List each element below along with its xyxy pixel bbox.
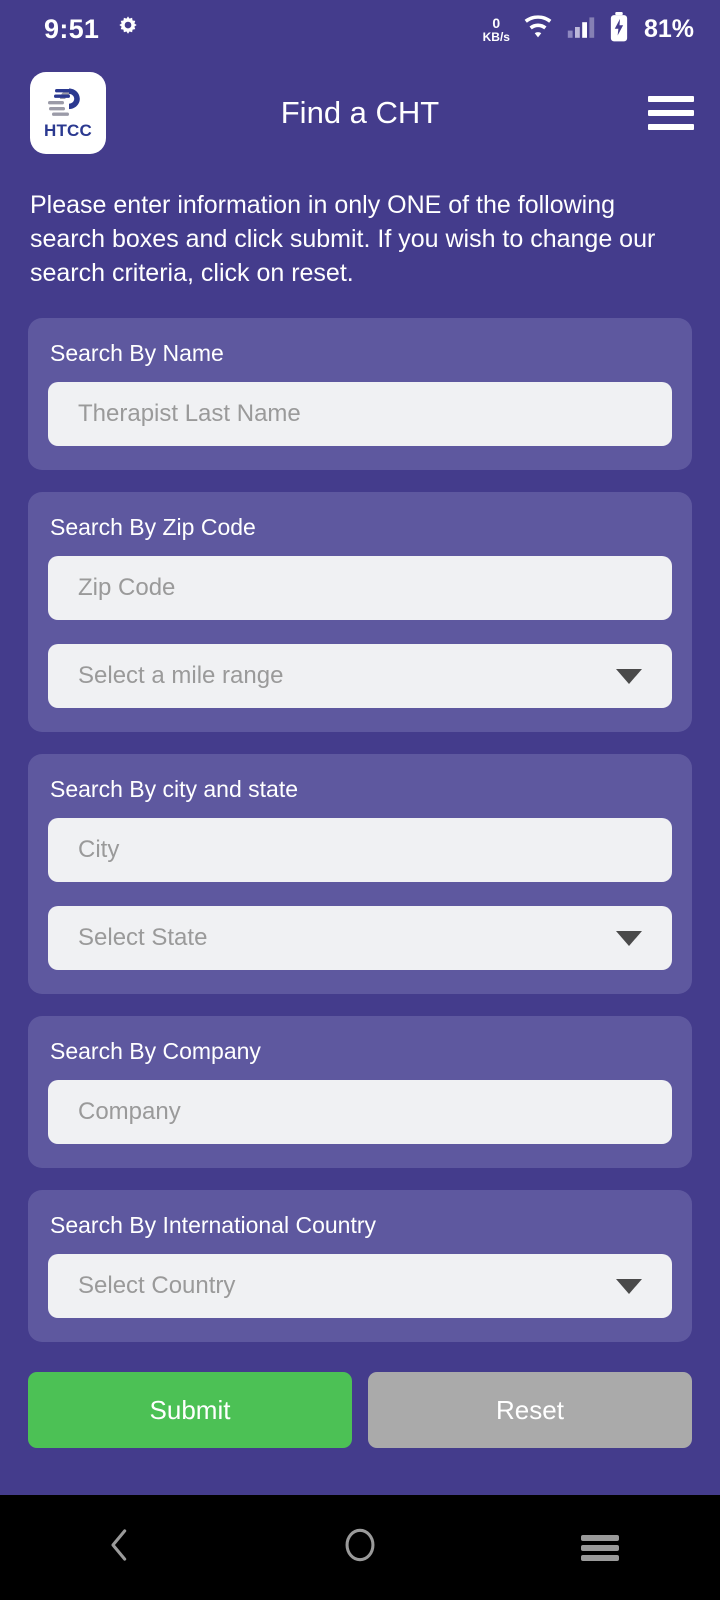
nav-home-button[interactable] (300, 1495, 420, 1600)
input-placeholder: City (78, 836, 120, 863)
android-navigation-bar (0, 1495, 720, 1600)
cellular-signal-icon (566, 15, 596, 44)
therapist-last-name-input[interactable]: Therapist Last Name (48, 382, 672, 446)
company-input[interactable]: Company (48, 1080, 672, 1144)
country-select[interactable]: Select Country (48, 1254, 672, 1318)
hamburger-bar (648, 124, 694, 130)
input-placeholder: Company (78, 1098, 181, 1125)
phone-screen: 9:51 0 KB/s 81% HTCC Find a CHT Please e… (0, 0, 720, 1600)
zip-code-input[interactable]: Zip Code (48, 556, 672, 620)
app-logo[interactable]: HTCC (30, 72, 106, 154)
input-placeholder: Zip Code (78, 574, 176, 601)
recents-bar (581, 1554, 619, 1561)
nav-back-button[interactable] (60, 1495, 180, 1600)
wifi-icon (523, 14, 553, 44)
instructions-text: Please enter information in only ONE of … (30, 191, 656, 287)
state-select[interactable]: Select State (48, 906, 672, 970)
network-speed-value: 0 (492, 14, 501, 31)
status-bar: 9:51 0 KB/s 81% (0, 0, 720, 58)
status-bar-left: 9:51 (44, 14, 141, 45)
submit-button[interactable]: Submit (28, 1372, 352, 1448)
city-input[interactable]: City (48, 818, 672, 882)
chevron-down-icon (616, 1278, 642, 1294)
recents-bar (581, 1544, 619, 1551)
mile-range-select[interactable]: Select a mile range (48, 644, 672, 708)
htcc-hand-logo-icon (46, 86, 90, 120)
battery-percent-label: 81% (643, 14, 694, 43)
battery-charging-icon (609, 11, 629, 47)
select-placeholder: Select Country (78, 1272, 236, 1299)
search-card-zip-code: Search By Zip Code Zip Code Select a mil… (28, 492, 692, 732)
search-card-company: Search By Company Company (28, 1016, 692, 1168)
status-bar-clock: 9:51 (44, 13, 100, 44)
chevron-down-icon (616, 668, 642, 684)
reset-button[interactable]: Reset (368, 1372, 692, 1448)
card-title: Search By Company (50, 1038, 261, 1064)
form-actions: Submit Reset (0, 1364, 720, 1448)
logo-text: HTCC (43, 120, 92, 140)
hamburger-bar (648, 110, 694, 116)
network-speed-unit: KB/s (482, 29, 510, 44)
page-title: Find a CHT (280, 95, 440, 130)
select-placeholder: Select a mile range (78, 662, 284, 689)
nav-recents-button[interactable] (540, 1495, 660, 1600)
hamburger-menu-icon[interactable] (648, 96, 694, 130)
home-circle-icon (342, 1525, 378, 1570)
app-bar: HTCC Find a CHT (0, 58, 720, 168)
card-title: Search By Name (50, 340, 224, 366)
search-card-international-country: Search By International Country Select C… (28, 1190, 692, 1342)
chevron-down-icon (616, 930, 642, 946)
card-title: Search By International Country (50, 1212, 377, 1238)
input-placeholder: Therapist Last Name (78, 400, 301, 427)
search-cards-container: Search By Name Therapist Last Name Searc… (0, 290, 720, 1342)
select-placeholder: Select State (78, 924, 208, 951)
recents-icon (581, 1534, 619, 1561)
search-card-name: Search By Name Therapist Last Name (28, 318, 692, 470)
card-title: Search By city and state (50, 776, 299, 802)
card-title: Search By Zip Code (50, 514, 256, 540)
network-speed-indicator: 0 KB/s (483, 16, 510, 43)
search-card-city-state: Search By city and state City Select Sta… (28, 754, 692, 994)
recents-bar (581, 1534, 619, 1541)
hamburger-bar (648, 96, 694, 102)
status-bar-right: 0 KB/s 81% (483, 11, 694, 47)
gear-icon (115, 14, 141, 45)
back-chevron-icon (103, 1525, 137, 1570)
